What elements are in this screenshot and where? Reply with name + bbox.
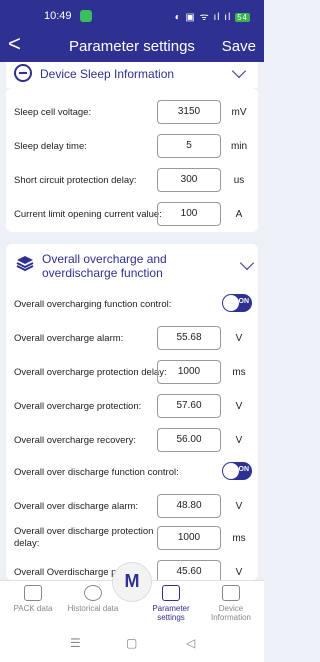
param-label: Current limit opening current value:: [14, 209, 162, 220]
save-button[interactable]: Save: [222, 38, 256, 55]
back-triangle-icon[interactable]: ◁: [186, 636, 195, 650]
toggle-state: ON: [238, 298, 250, 305]
overdischarge-function-toggle[interactable]: ON: [222, 462, 252, 480]
param-row: Overall over discharge function control:…: [14, 460, 252, 486]
param-label: Sleep cell voltage:: [14, 107, 92, 118]
param-input[interactable]: 5: [157, 134, 221, 158]
param-input[interactable]: 300: [157, 168, 221, 192]
collapse-circle-icon: [14, 64, 32, 82]
settings-doc-icon: [162, 585, 180, 601]
param-input[interactable]: 56.00: [157, 428, 221, 452]
param-row: Overall over discharge alarm: 48.80 V: [14, 494, 250, 520]
param-unit: V: [235, 567, 243, 578]
status-time: 10:49: [44, 10, 72, 22]
param-unit: V: [235, 401, 243, 412]
param-unit: min: [230, 141, 248, 152]
param-input[interactable]: 57.60: [157, 394, 221, 418]
param-row: Current limit opening current value: 100…: [14, 202, 250, 228]
battery-icon: 54: [235, 13, 250, 22]
param-unit: V: [235, 501, 243, 512]
param-label: Overall overcharge alarm:: [14, 333, 124, 344]
param-row: Short circuit protection delay: 300 us: [14, 168, 250, 194]
param-unit: V: [235, 333, 243, 344]
signal-icons: ◐ ▣ ᯤ ıl ıl: [174, 12, 232, 23]
nav-label: Parameter settings: [152, 604, 190, 622]
param-input[interactable]: 48.80: [157, 494, 221, 518]
chevron-down-icon[interactable]: [231, 63, 247, 79]
param-row: Sleep cell voltage: 3150 mV: [14, 100, 250, 126]
status-icons: ◐ ▣ ᯤ ıl ıl 54: [175, 9, 250, 23]
nav-label: PACK data: [13, 604, 53, 613]
menu-icon[interactable]: ☰: [70, 636, 81, 650]
param-input[interactable]: 100: [157, 202, 221, 226]
param-row: Overall over discharge protection delay:…: [14, 526, 250, 552]
nav-label: Historical data: [67, 604, 119, 613]
overcharge-function-toggle[interactable]: ON: [222, 294, 252, 312]
nav-label: Device Information: [210, 604, 252, 622]
param-row: Overall overcharge protection: 57.60 V: [14, 394, 250, 420]
clock-icon: [84, 585, 102, 601]
status-bar: 10:49 ◐ ▣ ᯤ ıl ıl 54: [0, 8, 264, 24]
layers-icon: [16, 256, 34, 272]
section-device-sleep-header[interactable]: Device Sleep Information: [6, 62, 258, 88]
param-unit: us: [233, 175, 245, 186]
param-unit: mV: [231, 107, 247, 118]
param-label: Overall overcharging function control:: [14, 299, 172, 310]
home-icon[interactable]: ▢: [126, 636, 137, 650]
param-row: Overall overcharge recovery: 56.00 V: [14, 428, 250, 454]
param-label: Overall overcharge recovery:: [14, 435, 136, 446]
section-title: Device Sleep Information: [40, 67, 175, 81]
param-row: Overall overcharging function control: O…: [14, 292, 252, 318]
param-label: Overall over discharge protection delay:: [14, 526, 154, 549]
param-input[interactable]: 55.68: [157, 326, 221, 350]
param-input[interactable]: 3150: [157, 100, 221, 124]
param-label: Overall over discharge alarm:: [14, 501, 139, 512]
param-row: Overall overcharge protection delay: 100…: [14, 360, 250, 386]
param-unit: A: [235, 209, 243, 220]
param-label: Overall overcharge protection delay:: [14, 367, 167, 378]
param-input[interactable]: 1000: [157, 526, 221, 550]
check-box-icon: [222, 585, 240, 601]
param-label: Overall Overdischarge prot: [14, 567, 128, 578]
pulse-icon: [24, 585, 42, 601]
system-nav-bar: ☰ ▢ ◁: [0, 626, 264, 662]
param-unit: V: [235, 435, 243, 446]
nav-pack-data[interactable]: PACK data: [0, 585, 66, 613]
brand-logo[interactable]: M: [112, 562, 152, 602]
param-label: Sleep delay time:: [14, 141, 87, 152]
nav-device-information[interactable]: Device Information: [198, 585, 264, 622]
param-unit: ms: [232, 367, 246, 378]
param-label: Short circuit protection delay:: [14, 175, 137, 186]
section-title: Overall overcharge and overdischarge fun…: [42, 252, 167, 280]
param-row: Sleep delay time: 5 min: [14, 134, 250, 160]
param-label: Overall over discharge function control:: [14, 467, 179, 478]
param-label: Overall overcharge protection:: [14, 401, 142, 412]
app-notification-icon: [80, 10, 92, 22]
logo-mark: M: [124, 571, 140, 591]
param-row: Overall overcharge alarm: 55.68 V: [14, 326, 250, 352]
param-unit: ms: [232, 533, 246, 544]
toggle-state: ON: [238, 466, 250, 473]
param-input[interactable]: 1000: [157, 360, 221, 384]
app-header: 10:49 ◐ ▣ ᯤ ıl ıl 54 < Parameter setting…: [0, 0, 264, 62]
